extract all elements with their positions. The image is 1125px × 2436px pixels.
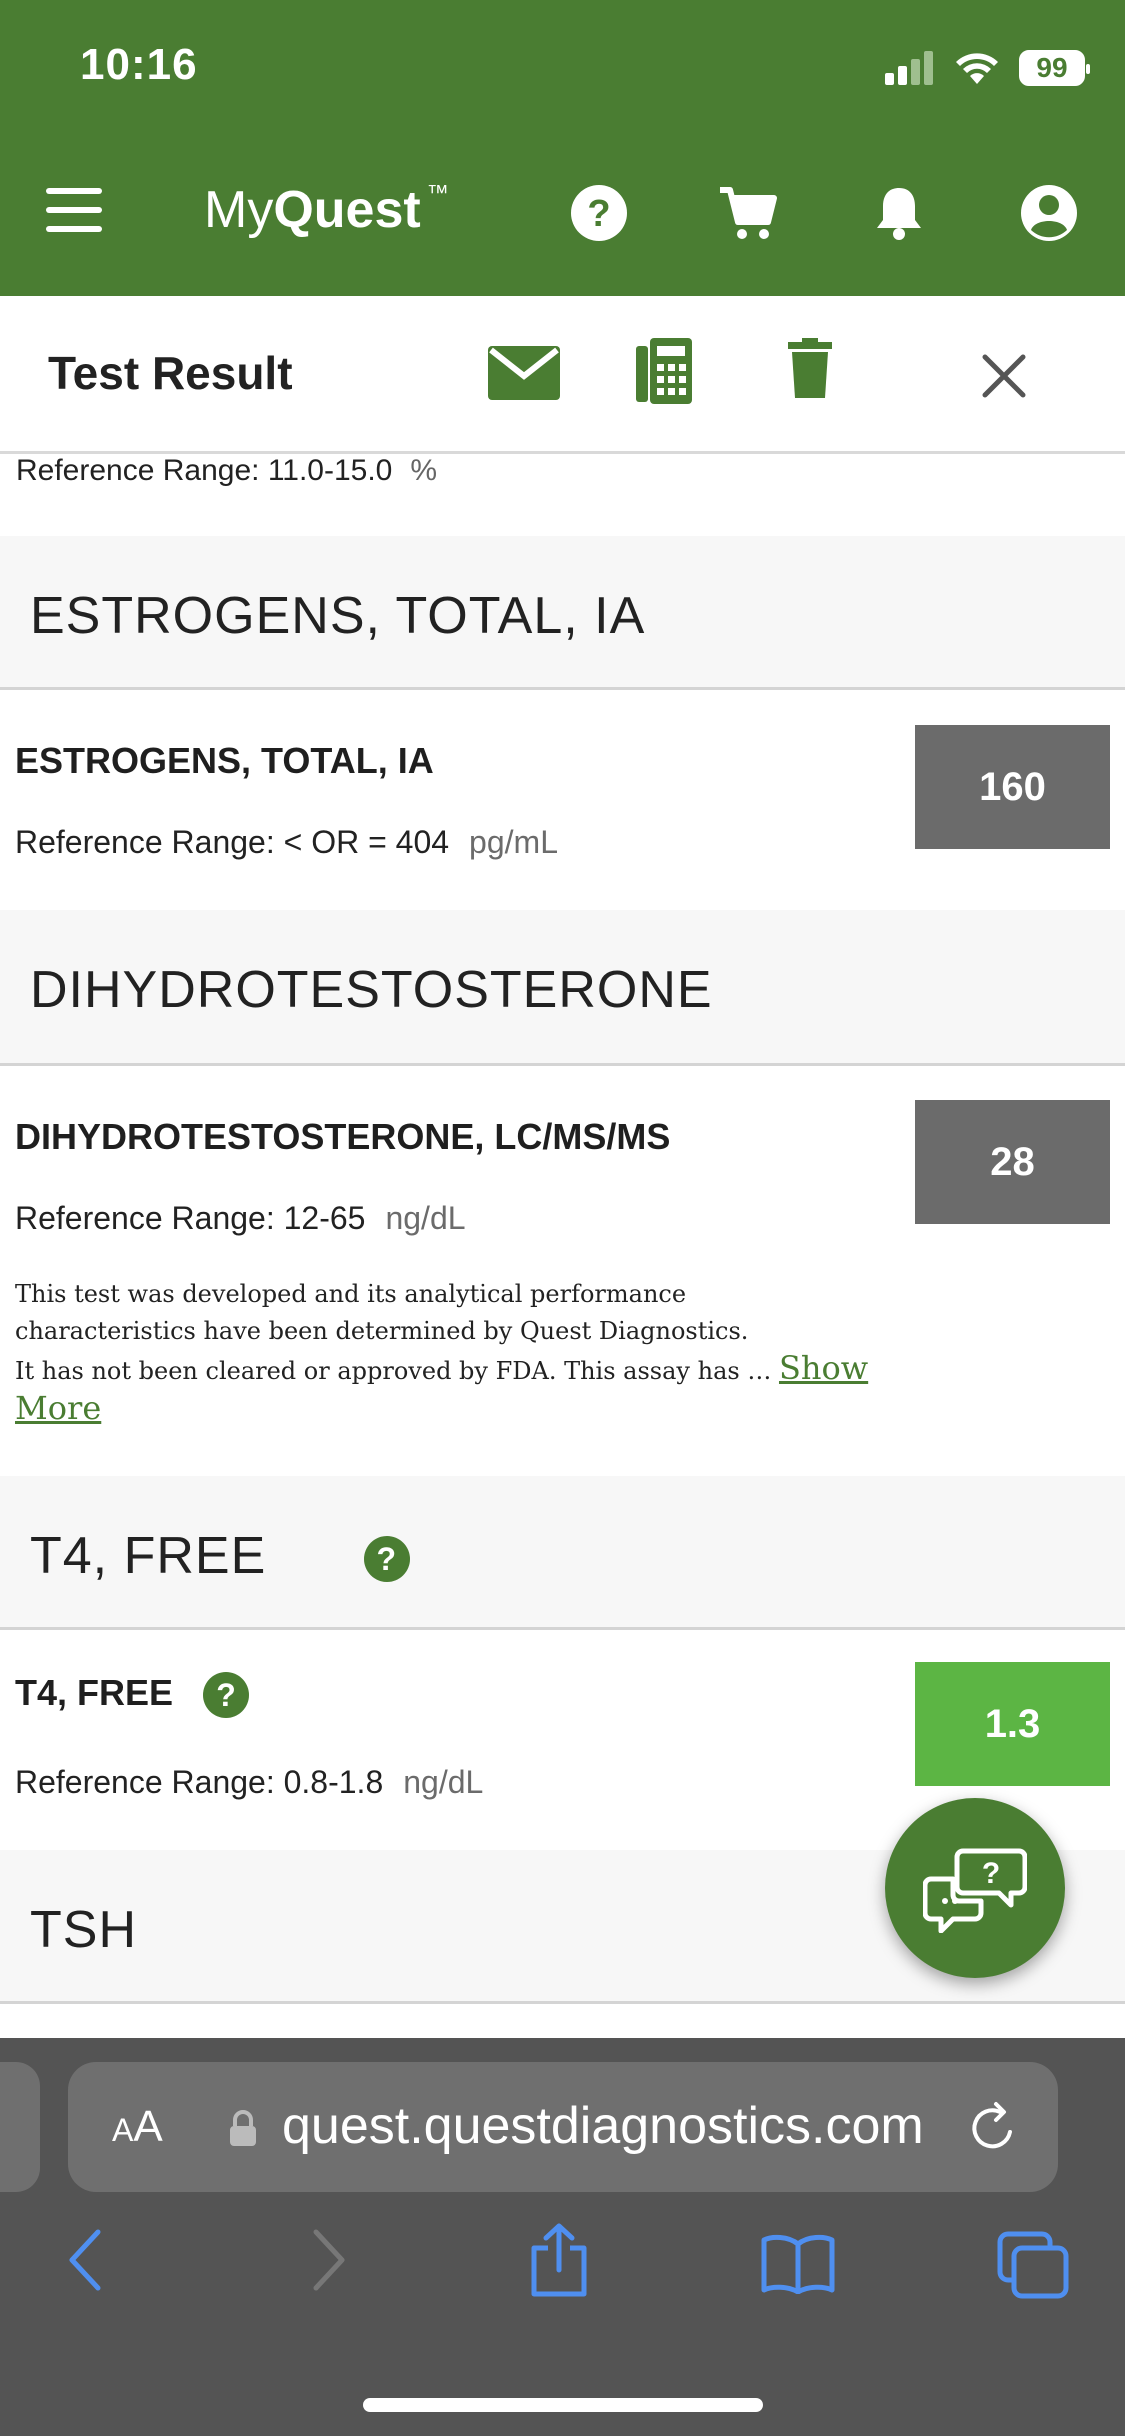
wifi-icon bbox=[956, 53, 998, 84]
home-indicator[interactable] bbox=[363, 2398, 763, 2412]
test-name: DIHYDROTESTOSTERONE, LC/MS/MS bbox=[15, 1116, 671, 1157]
section-title: DIHYDROTESTOSTERONE bbox=[30, 961, 713, 1019]
svg-text:?: ? bbox=[587, 193, 610, 235]
svg-text:?: ? bbox=[982, 1857, 1000, 1890]
account-icon[interactable] bbox=[1018, 182, 1080, 244]
back-icon[interactable] bbox=[64, 2228, 108, 2292]
section-header-dihydrotestosterone: DIHYDROTESTOSTERONE bbox=[0, 910, 1125, 1066]
chat-help-button[interactable]: ? bbox=[885, 1798, 1065, 1978]
section-title: T4, FREE ? bbox=[30, 1526, 410, 1586]
test-result-header: Test Result bbox=[0, 296, 1125, 454]
trash-icon[interactable] bbox=[788, 338, 832, 398]
reference-range: Reference Range: 0.8-1.8 ng/dL bbox=[15, 1764, 484, 1800]
reader-settings-button[interactable]: AA bbox=[112, 2102, 163, 2152]
signal-icon bbox=[885, 51, 933, 85]
tabs-icon[interactable] bbox=[996, 2230, 1070, 2300]
result-value: 160 bbox=[915, 725, 1110, 849]
section-header-estrogens: ESTROGENS, TOTAL, IA bbox=[0, 536, 1125, 690]
myquest-logo[interactable]: MyQuest ™ bbox=[204, 180, 449, 240]
close-icon[interactable] bbox=[982, 354, 1026, 398]
chat-help-icon: ? bbox=[923, 1848, 1027, 1933]
status-time: 10:16 bbox=[80, 40, 198, 89]
test-row-estrogens[interactable]: ESTROGENS, TOTAL, IA Reference Range: < … bbox=[0, 690, 1125, 910]
browser-toolbar: AA quest.questdiagnostics.com bbox=[0, 2038, 1125, 2436]
test-note: This test was developed and its analytic… bbox=[15, 1280, 869, 1427]
partial-reference-range: Reference Range: 11.0-15.0% bbox=[16, 454, 438, 487]
url-text: quest.questdiagnostics.com bbox=[282, 2097, 924, 2155]
section-title: TSH bbox=[30, 1901, 137, 1959]
menu-icon[interactable] bbox=[46, 188, 102, 232]
battery-icon: 99 bbox=[1019, 50, 1090, 86]
previous-tab-preview[interactable] bbox=[0, 2062, 40, 2192]
share-icon[interactable] bbox=[528, 2222, 590, 2298]
lock-icon bbox=[230, 2110, 256, 2146]
help-icon[interactable]: ? bbox=[568, 182, 630, 244]
section-header-t4-free: T4, FREE ? bbox=[0, 1476, 1125, 1630]
bell-icon[interactable] bbox=[868, 182, 930, 244]
section-title: ESTROGENS, TOTAL, IA bbox=[30, 587, 646, 645]
email-icon[interactable] bbox=[488, 346, 560, 400]
page-title: Test Result bbox=[48, 347, 293, 399]
result-value: 28 bbox=[915, 1100, 1110, 1224]
result-value: 1.3 bbox=[915, 1662, 1110, 1786]
reference-range: Reference Range: 12-65 ng/dL bbox=[15, 1200, 466, 1236]
address-bar[interactable]: AA quest.questdiagnostics.com bbox=[68, 2062, 1058, 2192]
cart-icon[interactable] bbox=[716, 182, 778, 244]
test-row-tsh bbox=[0, 2004, 1125, 2038]
fax-icon[interactable] bbox=[636, 338, 692, 404]
help-icon[interactable]: ? bbox=[203, 1672, 250, 1719]
main-nav: MyQuest ™ ? bbox=[0, 160, 1125, 260]
app-header: 10:16 99 MyQuest ™ ? bbox=[0, 0, 1125, 296]
reference-range: Reference Range: < OR = 404 pg/mL bbox=[15, 824, 558, 860]
reload-icon[interactable] bbox=[968, 2098, 1020, 2154]
test-name: T4, FREE ? bbox=[15, 1672, 250, 1719]
test-name: ESTROGENS, TOTAL, IA bbox=[15, 740, 434, 781]
forward-icon[interactable] bbox=[306, 2228, 350, 2292]
test-row-dihydrotestosterone[interactable]: DIHYDROTESTOSTERONE, LC/MS/MS Reference … bbox=[0, 1066, 1125, 1476]
help-icon[interactable]: ? bbox=[363, 1536, 410, 1583]
status-icons: 99 bbox=[885, 48, 1090, 88]
bookmarks-icon[interactable] bbox=[760, 2234, 836, 2294]
